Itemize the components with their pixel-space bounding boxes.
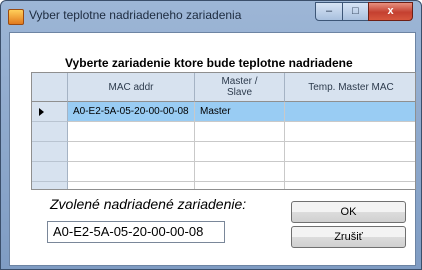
cell-mac[interactable] [68,182,195,189]
row-header[interactable] [32,102,68,122]
dialog-client-area: Vyberte zariadenie ktore bude teplotne n… [9,32,416,266]
cell-role[interactable] [195,142,285,162]
cell-role[interactable] [195,122,285,142]
cell-temp-master[interactable] [285,102,415,122]
cell-mac[interactable] [68,122,195,142]
cell-temp-master[interactable] [285,142,415,162]
cell-mac[interactable] [68,142,195,162]
cell-role[interactable]: Master [195,102,285,122]
column-header-temp-master[interactable]: Temp. Master MAC [285,73,415,102]
maximize-button[interactable]: □ [342,2,369,21]
ok-button[interactable]: OK [291,201,406,223]
instruction-heading: Vyberte zariadenie ktore bude teplotne n… [65,56,353,70]
column-header-role[interactable]: Master / Slave [195,73,285,102]
column-header-mac[interactable]: MAC addr [68,73,195,102]
dialog-window: Vyber teplotne nadriadeneho zariadenia –… [0,0,422,270]
cancel-button[interactable]: Zrušiť [291,226,406,248]
close-button[interactable]: x [368,2,413,21]
cell-role[interactable] [195,162,285,182]
row-header[interactable] [32,122,68,142]
cell-mac[interactable] [68,162,195,182]
app-icon [8,9,24,25]
selected-device-field[interactable]: A0-E2-5A-05-20-00-00-08 [47,221,225,243]
device-grid[interactable]: MAC addr Master / Slave Temp. Master MAC… [31,72,416,190]
current-row-arrow-icon [39,108,44,116]
cell-temp-master[interactable] [285,162,415,182]
cell-temp-master[interactable] [285,122,415,142]
row-header[interactable] [32,142,68,162]
row-header[interactable] [32,162,68,182]
grid-corner-header [32,73,68,102]
cell-role[interactable] [195,182,285,189]
window-title: Vyber teplotne nadriadeneho zariadenia [29,8,242,22]
title-bar[interactable]: Vyber teplotne nadriadeneho zariadenia –… [1,1,421,31]
cell-mac[interactable]: A0-E2-5A-05-20-00-00-08 [68,102,195,122]
row-header[interactable] [32,182,68,189]
selected-device-label: Zvolené nadriadené zariadenie: [50,196,247,212]
minimize-button[interactable]: – [315,2,343,21]
cell-temp-master[interactable] [285,182,415,189]
